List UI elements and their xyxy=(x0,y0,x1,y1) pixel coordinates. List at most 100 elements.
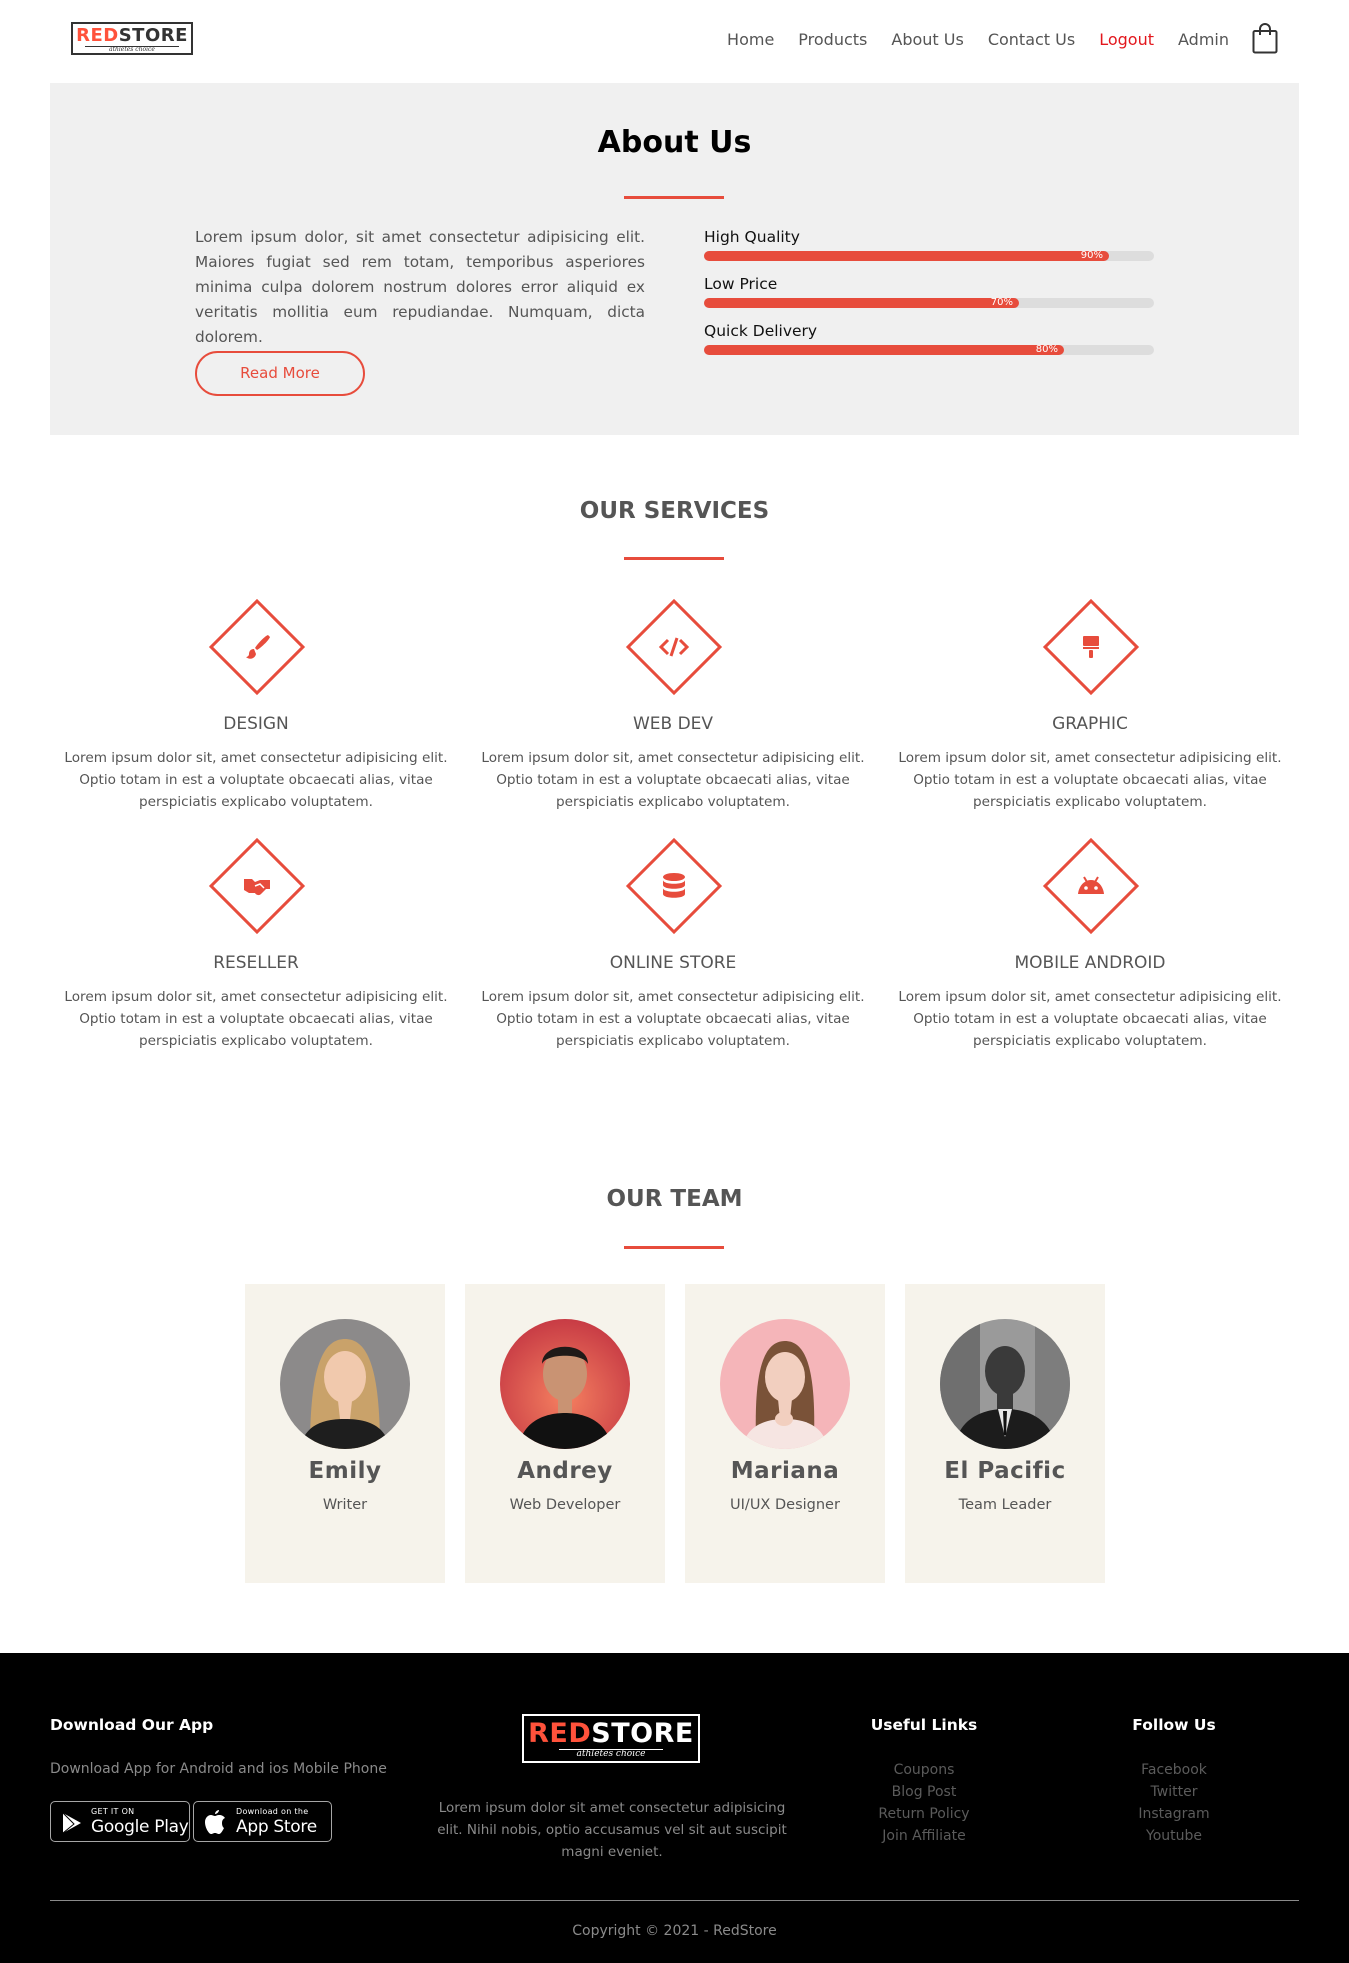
services-title: OUR SERVICES xyxy=(579,498,770,524)
social-link[interactable]: Instagram xyxy=(1094,1803,1254,1825)
service-name: DESIGN xyxy=(223,714,289,734)
useful-links-title: Useful Links xyxy=(870,1716,978,1734)
member-name: Emily xyxy=(308,1458,382,1484)
skill-percent: 80% xyxy=(1035,344,1058,355)
service-desc: Lorem ipsum dolor sit, amet consectetur … xyxy=(481,989,865,1049)
member-name: Andrey xyxy=(517,1458,613,1484)
about-text: Lorem ipsum dolor, sit amet consectetur … xyxy=(195,228,645,346)
team-title: OUR TEAM xyxy=(606,1186,743,1212)
useful-links-list: Coupons Blog Post Return Policy Join Aff… xyxy=(844,1759,1004,1847)
service-reseller: RESELLER Lorem ipsum dolor sit, amet con… xyxy=(56,836,456,1056)
member-role: Writer xyxy=(322,1497,368,1513)
copyright: Copyright © 2021 - RedStore xyxy=(572,1923,777,1939)
nav-about[interactable]: About Us xyxy=(891,30,963,49)
social-link[interactable]: Youtube xyxy=(1094,1825,1254,1847)
skill-label: Low Price xyxy=(704,275,778,293)
footer-about-text: Lorem ipsum dolor sit amet consectetur a… xyxy=(437,1800,787,1860)
team-card: Andrey Web Developer xyxy=(465,1284,665,1583)
service-design: DESIGN Lorem ipsum dolor sit, amet conse… xyxy=(56,597,456,817)
service-desc: Lorem ipsum dolor sit, amet consectetur … xyxy=(64,750,448,810)
avatar xyxy=(500,1319,630,1449)
footer-divider xyxy=(50,1900,1299,1901)
social-link[interactable]: Facebook xyxy=(1094,1759,1254,1781)
skill-quick-delivery: Quick Delivery 80% xyxy=(704,321,1154,355)
logo-tagline: athletes choice xyxy=(84,46,180,53)
service-web-dev: WEB DEV Lorem ipsum dolor sit, amet cons… xyxy=(473,597,873,817)
read-more-button[interactable]: Read More xyxy=(195,351,365,396)
logo-text: REDSTORE xyxy=(76,25,188,46)
logo-text: REDSTORE xyxy=(528,1718,694,1749)
code-icon xyxy=(658,637,690,657)
footer: Download Our App Download App for Androi… xyxy=(0,1653,1349,1963)
service-graphic: GRAPHIC Lorem ipsum dolor sit, amet cons… xyxy=(890,597,1290,817)
member-role: UI/UX Designer xyxy=(730,1497,840,1513)
about-section: About Us Lorem ipsum dolor, sit amet con… xyxy=(50,83,1299,435)
skill-track: 80% xyxy=(704,344,1154,355)
logo-tagline: athletes choice xyxy=(558,1749,664,1759)
service-desc: Lorem ipsum dolor sit, amet consectetur … xyxy=(481,750,865,810)
service-online-store: ONLINE STORE Lorem ipsum dolor sit, amet… xyxy=(473,836,873,1056)
skill-percent: 90% xyxy=(1080,250,1103,261)
app-store-small: Download on the xyxy=(236,1807,309,1816)
skill-fill: 90% xyxy=(704,250,1109,261)
handshake-icon xyxy=(244,879,270,896)
title-underline xyxy=(624,557,724,560)
footer-link[interactable]: Return Policy xyxy=(844,1803,1004,1825)
avatar xyxy=(940,1319,1070,1449)
team-card: Mariana UI/UX Designer xyxy=(685,1284,885,1583)
footer-link[interactable]: Coupons xyxy=(844,1759,1004,1781)
team-card: El Pacific Team Leader xyxy=(905,1284,1105,1583)
skill-track: 90% xyxy=(704,250,1154,261)
skill-high-quality: High Quality 90% xyxy=(704,227,1154,261)
nav-logout[interactable]: Logout xyxy=(1099,30,1154,49)
google-play-label: Google Play xyxy=(91,1817,189,1837)
member-role: Team Leader xyxy=(958,1497,1052,1513)
footer-link[interactable]: Join Affiliate xyxy=(844,1825,1004,1847)
service-mobile-android: MOBILE ANDROID Lorem ipsum dolor sit, am… xyxy=(890,836,1290,1056)
download-title: Download Our App xyxy=(50,1716,214,1734)
nav-contact[interactable]: Contact Us xyxy=(988,30,1075,49)
nav-home[interactable]: Home xyxy=(727,30,774,49)
skill-fill: 80% xyxy=(704,344,1064,355)
app-store-button[interactable]: Download on the App Store xyxy=(193,1801,332,1842)
app-store-label: App Store xyxy=(236,1817,317,1837)
service-name: RESELLER xyxy=(213,953,299,973)
download-text: Download App for Android and ios Mobile … xyxy=(50,1761,387,1777)
service-desc: Lorem ipsum dolor sit, amet consectetur … xyxy=(898,750,1282,810)
paint-roller-icon xyxy=(1083,636,1099,658)
member-name: El Pacific xyxy=(944,1458,1066,1484)
footer-logo[interactable]: REDSTORE athletes choice xyxy=(522,1714,700,1763)
skill-label: High Quality xyxy=(704,228,800,246)
follow-us-title: Follow Us xyxy=(1132,1716,1216,1734)
service-name: WEB DEV xyxy=(632,714,714,734)
brand-logo[interactable]: REDSTORE athletes choice xyxy=(71,22,193,55)
member-name: Mariana xyxy=(730,1458,840,1484)
team-card: Emily Writer xyxy=(245,1284,445,1583)
about-title: About Us xyxy=(597,125,752,160)
title-underline xyxy=(624,196,724,199)
android-icon xyxy=(1078,876,1104,894)
service-name: GRAPHIC xyxy=(1052,714,1128,734)
skill-fill: 70% xyxy=(704,297,1019,308)
social-link[interactable]: Twitter xyxy=(1094,1781,1254,1803)
skill-percent: 70% xyxy=(990,297,1013,308)
google-play-button[interactable]: GET IT ON Google Play xyxy=(50,1801,190,1842)
nav-admin[interactable]: Admin xyxy=(1178,30,1229,49)
avatar xyxy=(280,1319,410,1449)
service-name: ONLINE STORE xyxy=(609,953,737,973)
skill-low-price: Low Price 70% xyxy=(704,274,1154,308)
nav-menu: Home Products About Us Contact Us Logout… xyxy=(703,30,1229,49)
apple-icon xyxy=(205,1810,225,1834)
shopping-bag-icon[interactable] xyxy=(1252,22,1278,54)
skill-track: 70% xyxy=(704,297,1154,308)
avatar xyxy=(720,1319,850,1449)
member-role: Web Developer xyxy=(509,1497,621,1513)
title-underline xyxy=(624,1246,724,1249)
footer-link[interactable]: Blog Post xyxy=(844,1781,1004,1803)
service-desc: Lorem ipsum dolor sit, amet consectetur … xyxy=(64,989,448,1049)
nav-products[interactable]: Products xyxy=(798,30,867,49)
follow-us-list: Facebook Twitter Instagram Youtube xyxy=(1094,1759,1254,1847)
skill-label: Quick Delivery xyxy=(704,322,818,340)
service-name: MOBILE ANDROID xyxy=(1014,953,1166,973)
google-play-icon xyxy=(62,1812,81,1834)
